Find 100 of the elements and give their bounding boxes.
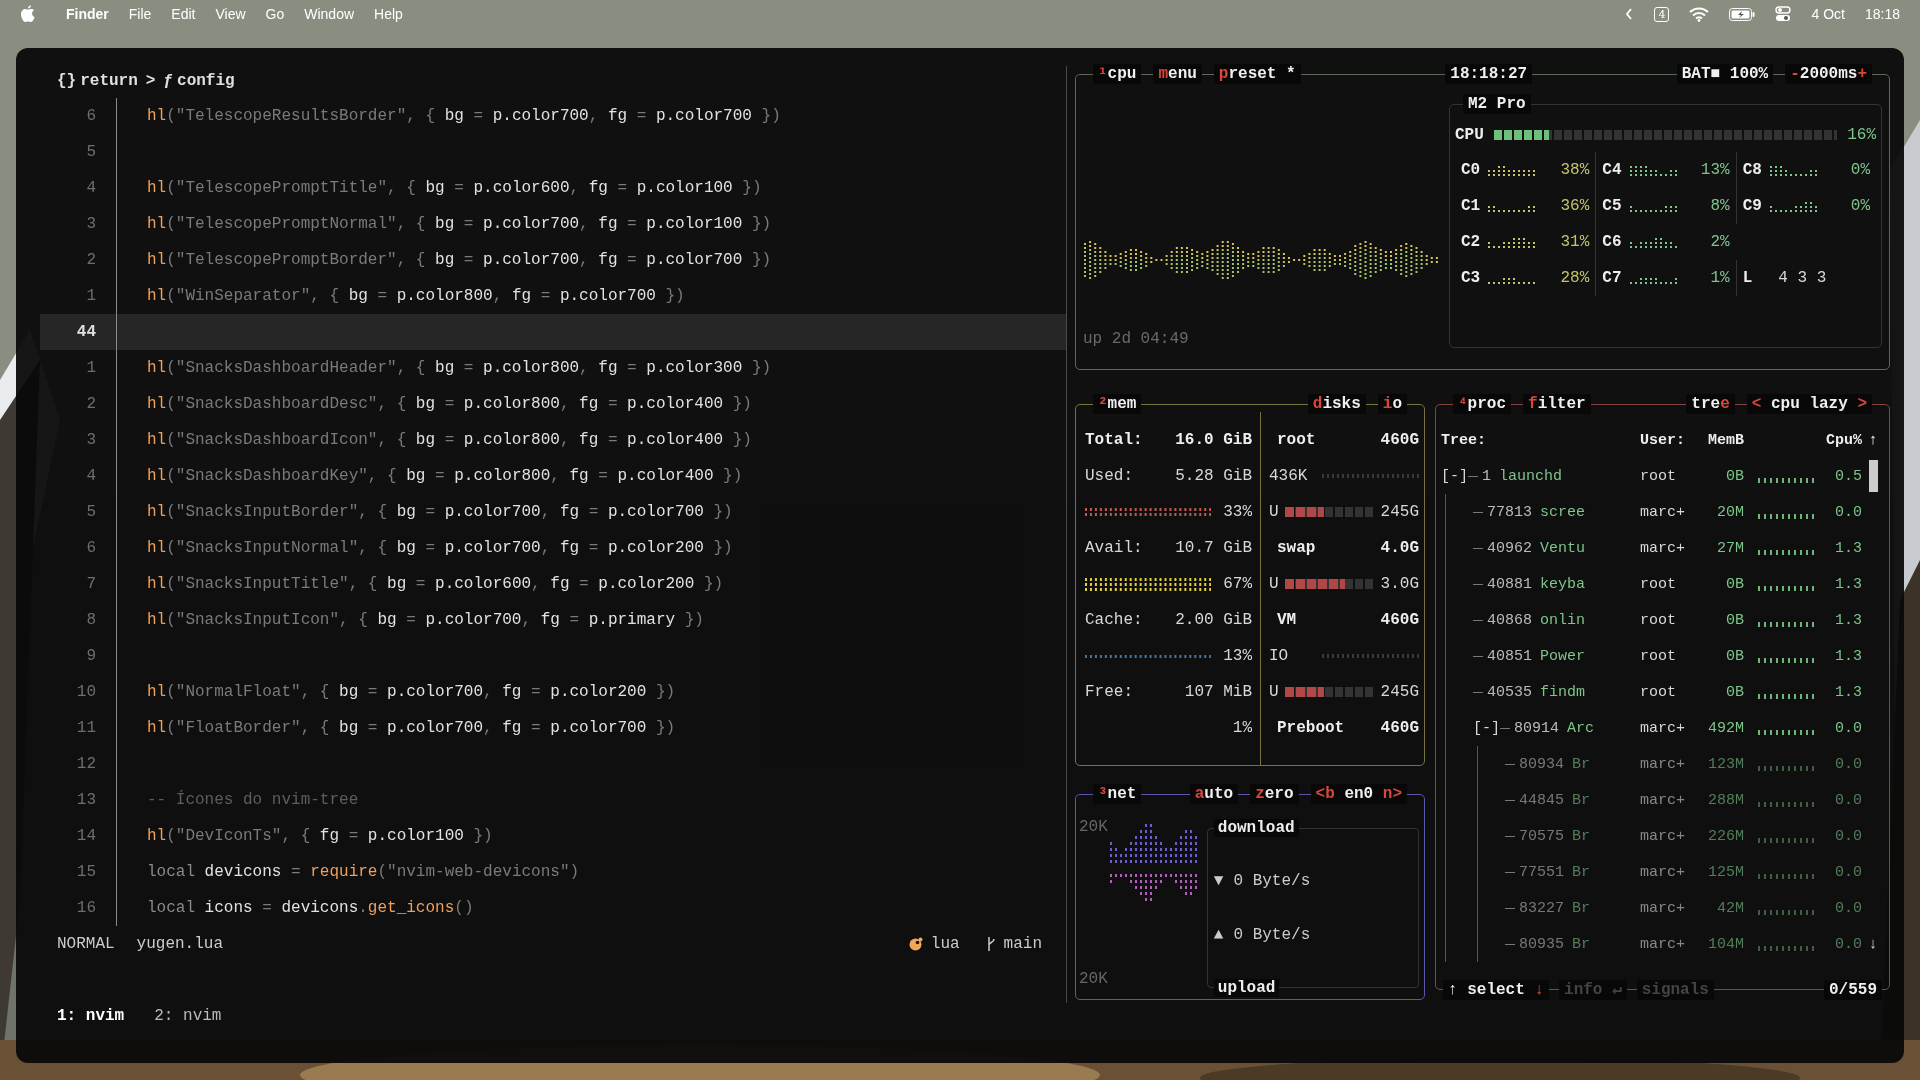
- panel-tab[interactable]: auto: [1189, 784, 1239, 804]
- core-label: C2: [1461, 233, 1481, 251]
- process-user: marc+: [1640, 899, 1686, 917]
- panel-tab[interactable]: filter: [1523, 394, 1591, 414]
- panel-tab[interactable]: preset *: [1213, 64, 1301, 84]
- process-cpu: 0.0: [1834, 899, 1862, 917]
- wifi-icon[interactable]: [1689, 6, 1710, 22]
- line-number: 1: [85, 287, 97, 305]
- process-id: 40851: [1487, 647, 1532, 665]
- process-memory: 104M: [1707, 935, 1744, 953]
- process-name: Br: [1572, 863, 1591, 881]
- graph-scale: 20K: [1079, 818, 1108, 836]
- process-name: launchd: [1499, 467, 1563, 485]
- process-cpu: 0.0: [1834, 935, 1862, 953]
- panel-tab[interactable]: < cpu lazy >: [1746, 394, 1872, 414]
- code-line: hl("SnacksInputNormal", { bg = p.color700, fg = p.color200 }): [147, 539, 733, 557]
- process-id: 40535: [1487, 683, 1532, 701]
- decrease-button[interactable]: -: [1790, 65, 1800, 83]
- process-graph: [1758, 764, 1816, 772]
- panel-tab[interactable]: tree: [1686, 394, 1735, 414]
- process-cpu: 0.0: [1834, 863, 1862, 881]
- core-label: C7: [1602, 269, 1622, 287]
- usage-reading: 245G: [1380, 503, 1419, 521]
- breadcrumb-icon: ƒ: [163, 72, 174, 90]
- chevron-icon[interactable]: [1624, 7, 1635, 21]
- breadcrumb-item[interactable]: config: [177, 72, 235, 90]
- tree-toggle[interactable]: [-]: [1441, 467, 1468, 485]
- usage-label: U: [1269, 683, 1279, 701]
- panel-tab[interactable]: disks: [1307, 394, 1366, 414]
- terminal-tab[interactable]: 2: nvim: [154, 1007, 222, 1025]
- process-cpu: 1.3: [1834, 575, 1862, 593]
- process-graph: [1758, 872, 1816, 880]
- core-label: C0: [1461, 161, 1481, 179]
- file-name: yugen.lua: [136, 935, 224, 953]
- breadcrumb-item[interactable]: return: [80, 72, 138, 90]
- process-user: marc+: [1640, 791, 1686, 809]
- increase-button[interactable]: +: [1857, 65, 1867, 83]
- process-graph: [1758, 836, 1816, 844]
- sort-arrow[interactable]: ↑: [1862, 431, 1884, 449]
- disk-size: 460G: [1380, 431, 1419, 449]
- control-center-icon[interactable]: [1775, 6, 1792, 22]
- core-label: C3: [1461, 269, 1481, 287]
- code-line: hl("DevIconTs", { fg = p.color100 }): [147, 827, 493, 845]
- tree-toggle[interactable]: [-]: [1473, 719, 1500, 737]
- process-id: 70575: [1519, 827, 1564, 845]
- battery-status: BAT■ 100%: [1676, 64, 1774, 84]
- column-header[interactable]: Cpu%: [1822, 431, 1862, 449]
- column-header[interactable]: MemB: [1700, 431, 1744, 449]
- panel-tab[interactable]: ³net: [1093, 784, 1142, 804]
- disk-name: root: [1277, 431, 1316, 449]
- panel-tab[interactable]: ²mem: [1093, 394, 1142, 414]
- process-memory: 125M: [1707, 863, 1744, 881]
- process-graph: [1758, 692, 1816, 700]
- download-arrow: ▼: [1213, 872, 1224, 891]
- core-label: C9: [1742, 197, 1762, 215]
- code-line: local devicons = require("nvim-web-devicons"): [147, 863, 580, 881]
- download-label: download: [1213, 819, 1299, 837]
- process-memory: 288M: [1707, 791, 1744, 809]
- process-cpu: 1.3: [1834, 611, 1862, 629]
- memory-percent: 33%: [1223, 503, 1252, 521]
- graph-scale: 20K: [1079, 970, 1108, 988]
- process-id: 44845: [1519, 791, 1564, 809]
- line-number: 5: [85, 503, 97, 521]
- panel-tab[interactable]: <b en0 n>: [1310, 784, 1407, 804]
- process-name: findm: [1540, 683, 1586, 701]
- core-percent: 0%: [1850, 197, 1870, 215]
- process-graph: [1758, 512, 1816, 520]
- line-number: 13: [75, 791, 97, 809]
- terminal-tab[interactable]: 1: nvim: [57, 1007, 125, 1025]
- battery-icon[interactable]: [1729, 7, 1756, 21]
- memory-percent: 13%: [1223, 647, 1252, 665]
- panel-tab[interactable]: io: [1377, 394, 1407, 414]
- process-cpu: 0.5: [1834, 467, 1862, 485]
- core-graph: [1629, 236, 1677, 248]
- memory-value: 107 MiB: [1184, 683, 1252, 701]
- apple-icon[interactable]: [20, 5, 36, 23]
- line-number: 16: [75, 899, 97, 917]
- code-line: -- Ícones do nvim-tree: [147, 791, 359, 809]
- code-line: hl("TelescopePromptTitle", { bg = p.color600, fg = p.color100 }): [147, 179, 762, 197]
- process-cpu: 1.3: [1834, 683, 1862, 701]
- panel-tab[interactable]: zero: [1250, 784, 1299, 804]
- panel-tab[interactable]: menu: [1153, 64, 1202, 84]
- panel-tab[interactable]: ⁴proc: [1453, 394, 1511, 414]
- core-graph: [1629, 164, 1677, 176]
- process-graph: [1758, 728, 1816, 736]
- lua-icon: [908, 937, 923, 951]
- line-number: 4: [85, 179, 97, 197]
- panel-tab[interactable]: ¹cpu: [1093, 64, 1142, 84]
- git-branch: main: [1003, 935, 1042, 953]
- column-header[interactable]: Tree:: [1441, 422, 1640, 458]
- core-label: C8: [1742, 161, 1762, 179]
- scroll-down-arrow[interactable]: ↓: [1868, 935, 1878, 953]
- process-cpu: 0.0: [1834, 755, 1862, 773]
- breadcrumb-separator: >: [145, 72, 156, 90]
- panel-tab[interactable]: ↑ select ↓: [1443, 980, 1550, 1000]
- column-header[interactable]: User:: [1640, 431, 1700, 449]
- scrollbar-thumb[interactable]: [1868, 460, 1878, 492]
- process-memory: 20M: [1716, 503, 1744, 521]
- process-user: marc+: [1640, 503, 1686, 521]
- line-number: 7: [85, 575, 97, 593]
